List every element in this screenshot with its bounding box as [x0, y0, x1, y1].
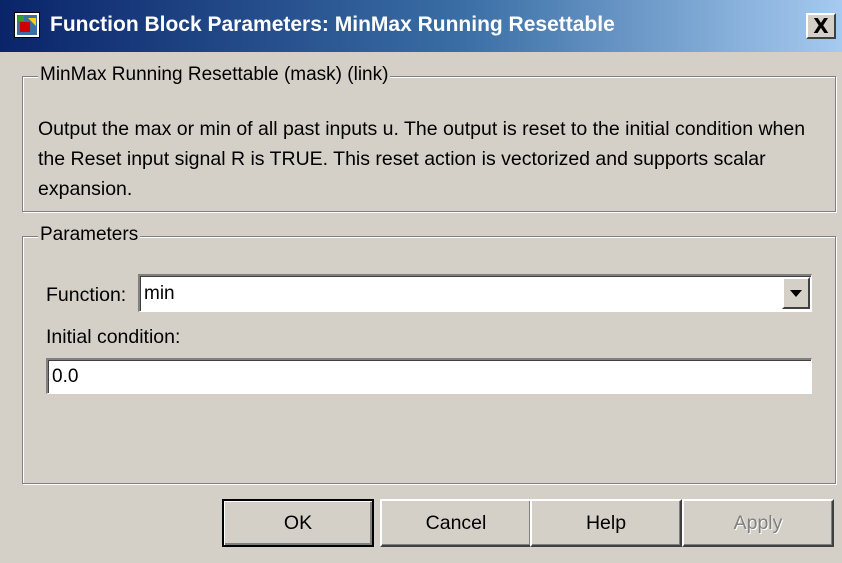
window-title: Function Block Parameters: MinMax Runnin… [50, 13, 615, 36]
simulink-block-icon [14, 12, 40, 38]
close-icon[interactable]: X [806, 13, 836, 39]
block-description: Output the max or min of all past inputs… [38, 118, 806, 200]
chevron-down-icon[interactable] [782, 277, 810, 309]
title-bar[interactable]: Function Block Parameters: MinMax Runnin… [0, 0, 842, 52]
function-label: Function: [46, 284, 127, 306]
cancel-button[interactable]: Cancel [380, 499, 532, 547]
function-selected-value: min [144, 282, 175, 304]
initial-condition-value: 0.0 [52, 365, 79, 387]
dialog-window: Function Block Parameters: MinMax Runnin… [0, 0, 842, 563]
apply-button[interactable]: Apply [682, 499, 834, 547]
function-dropdown[interactable]: min [138, 274, 812, 312]
parameters-group-legend: Parameters [38, 224, 141, 246]
help-button[interactable]: Help [530, 499, 682, 547]
initial-condition-label: Initial condition: [46, 326, 181, 348]
ok-button[interactable]: OK [222, 499, 374, 547]
description-group-legend: MinMax Running Resettable (mask) (link) [38, 64, 391, 86]
initial-condition-input[interactable]: 0.0 [46, 358, 812, 394]
